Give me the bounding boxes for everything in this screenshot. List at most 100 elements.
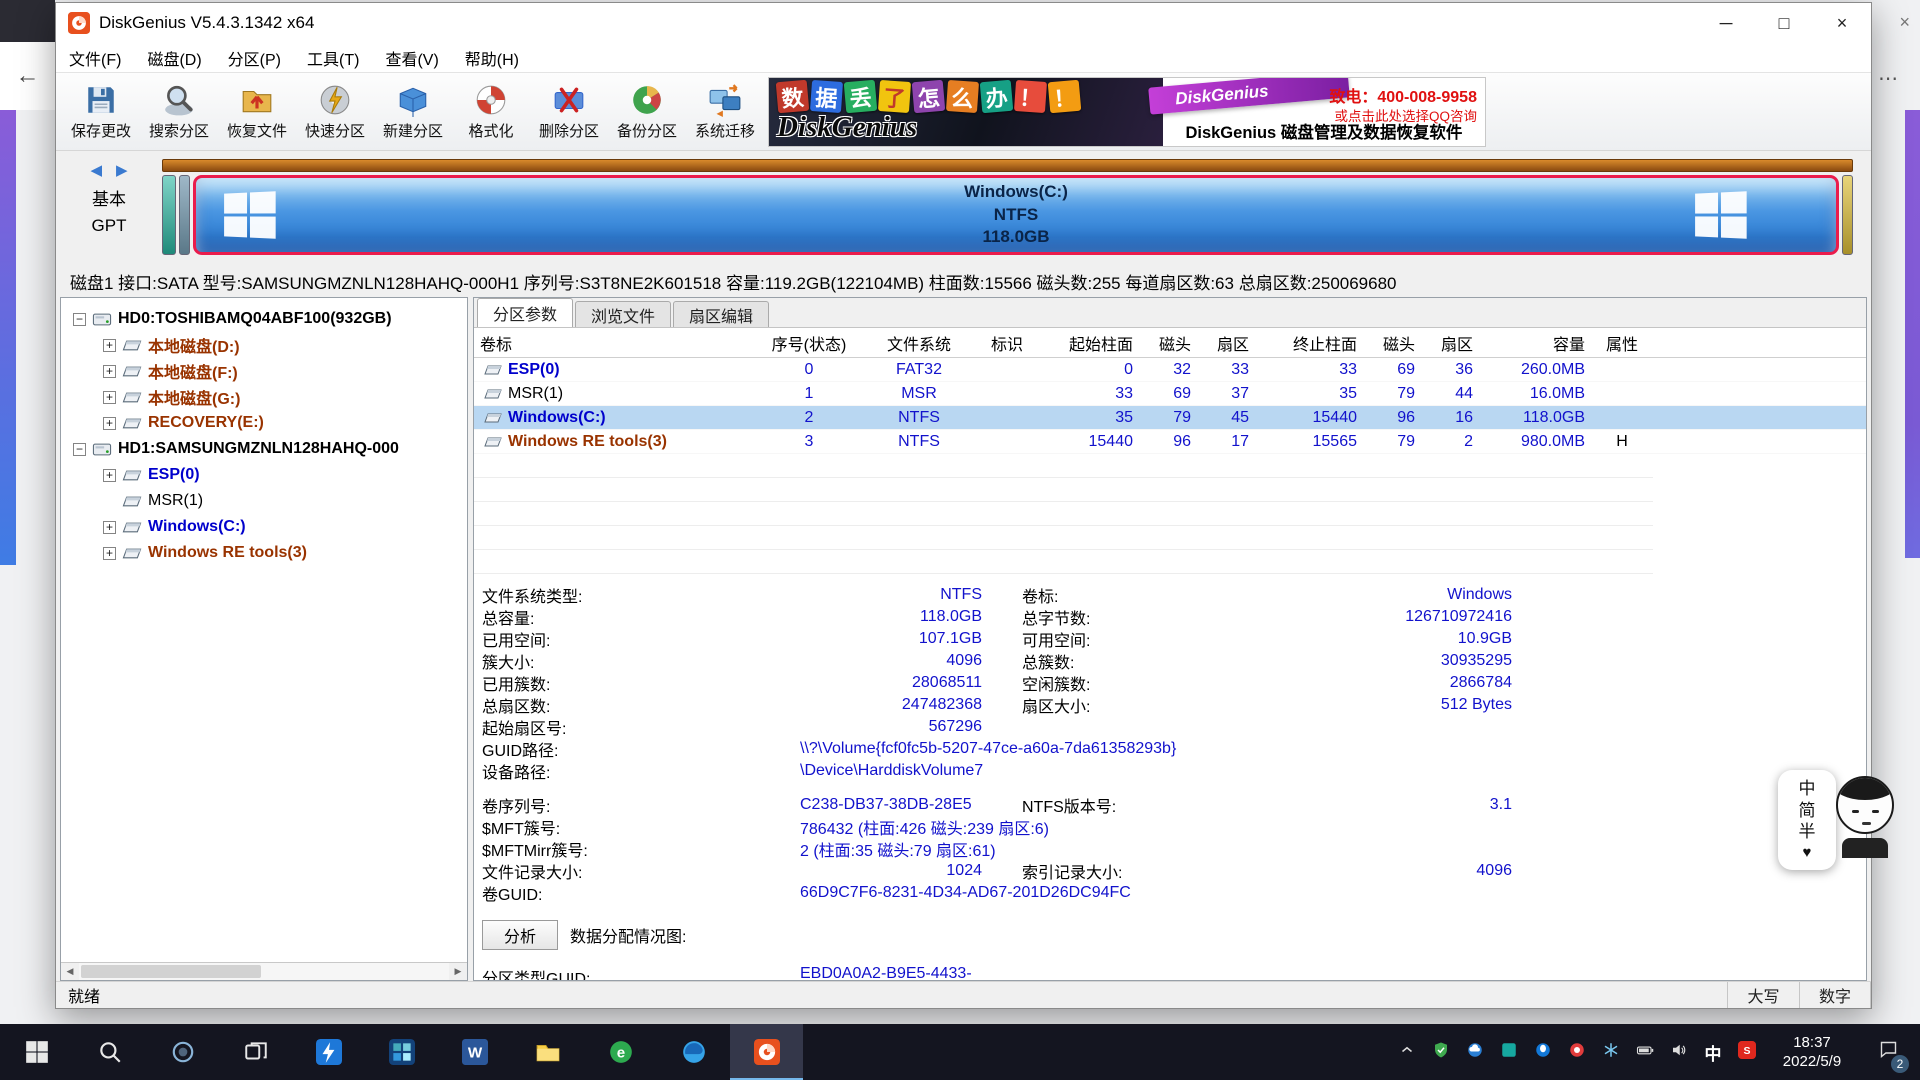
app-store[interactable] [365, 1024, 438, 1080]
qq-icon[interactable] [1526, 1024, 1560, 1080]
scroll-left-arrow-icon[interactable]: ◀ [61, 966, 79, 977]
app-green-browser[interactable]: e [584, 1024, 657, 1080]
volume-icon[interactable] [1662, 1024, 1696, 1080]
tree-item[interactable]: MSR(1) [61, 488, 467, 514]
shield-icon[interactable] [1424, 1024, 1458, 1080]
menu-item-1[interactable]: 文件(F) [56, 46, 134, 70]
close-button[interactable]: × [1813, 3, 1871, 43]
tree-expander-icon[interactable]: + [103, 365, 116, 378]
tree-expander-icon[interactable]: + [103, 547, 116, 560]
search-button[interactable] [73, 1024, 146, 1080]
tab-sector-edit[interactable]: 扇区编辑 [673, 301, 769, 327]
partition-row[interactable]: Windows(C:)2NTFS357945154409616118.0GB [474, 406, 1866, 430]
toolbar-button-format[interactable]: 格式化 [452, 77, 530, 147]
cortana-button[interactable] [146, 1024, 219, 1080]
partition-segment-msr[interactable] [179, 175, 190, 255]
partition-segment-esp[interactable] [162, 175, 176, 255]
prev-disk-arrow-icon[interactable]: ◀ [90, 161, 102, 179]
app-diskgenius[interactable] [730, 1024, 803, 1080]
tree-expander-icon[interactable]: + [103, 391, 116, 404]
tree-expander-icon[interactable]: − [73, 443, 86, 456]
background-close-icon[interactable]: × [1899, 12, 1910, 33]
red-app-icon[interactable] [1560, 1024, 1594, 1080]
snowflake-icon[interactable] [1594, 1024, 1628, 1080]
windows-logo-icon [24, 1039, 50, 1065]
tree-item[interactable]: +Windows(C:) [61, 514, 467, 540]
column-header: 磁头 [1363, 331, 1421, 355]
toolbar-button-system-migration[interactable]: 系统迁移 [686, 77, 764, 147]
toolbar-button-search-partition[interactable]: 搜索分区 [140, 77, 218, 147]
tree-expander-icon[interactable]: + [103, 417, 116, 430]
tree-item[interactable]: −HD1:SAMSUNGMZNLN128HAHQ-000 [61, 436, 467, 462]
maximize-button[interactable]: □ [1755, 3, 1813, 43]
cloud-icon [1466, 1041, 1484, 1064]
menu-item-3[interactable]: 分区(P) [215, 46, 294, 70]
tree-expander-icon[interactable]: − [73, 313, 86, 326]
partition-row[interactable]: ESP(0)0FAT3203233336936260.0MB [474, 358, 1866, 382]
partition-segment-re-tools[interactable] [1842, 175, 1853, 255]
ad-ribbon: DiskGenius [1148, 77, 1350, 115]
partition-row[interactable]: MSR(1)1MSR33693735794416.0MB [474, 382, 1866, 406]
task-view-button[interactable] [219, 1024, 292, 1080]
toolbar-button-backup-partition[interactable]: 备份分区 [608, 77, 686, 147]
caps-indicator: 大写 [1727, 982, 1799, 1008]
tree-expander-icon[interactable]: + [103, 521, 116, 534]
detail-value: 118.0GB [652, 608, 982, 626]
teal-app-icon[interactable] [1492, 1024, 1526, 1080]
back-arrow-icon[interactable]: ← [16, 62, 40, 90]
menu-item-2[interactable]: 磁盘(D) [134, 46, 214, 70]
tree-item[interactable]: +本地磁盘(D:) [61, 332, 467, 358]
sogou-icon[interactable]: S [1730, 1024, 1764, 1080]
menu-item-4[interactable]: 工具(T) [294, 46, 372, 70]
app-file-explorer[interactable] [511, 1024, 584, 1080]
input-language-indicator[interactable]: 中 [1696, 1024, 1730, 1080]
tree-expander-icon[interactable]: + [103, 339, 116, 352]
ad-tile-char: ！ [1014, 79, 1047, 112]
toolbar-button-quick-partition[interactable]: 快速分区 [296, 77, 374, 147]
start-button[interactable] [0, 1024, 73, 1080]
menu-item-6[interactable]: 帮助(H) [452, 46, 532, 70]
sogou-input-widget[interactable]: 中简半♥ [1778, 770, 1900, 872]
more-options-icon[interactable]: ⋯ [1878, 66, 1898, 91]
app-thunder[interactable] [292, 1024, 365, 1080]
partition-segment-windows-c[interactable]: Windows(C:) NTFS 118.0GB [193, 175, 1839, 255]
scrollbar-track[interactable] [79, 963, 449, 980]
tray-expand-chevron-icon[interactable] [1390, 1024, 1424, 1080]
scroll-right-arrow-icon[interactable]: ▶ [449, 966, 467, 977]
tree-item[interactable]: +本地磁盘(F:) [61, 358, 467, 384]
battery-icon[interactable] [1628, 1024, 1662, 1080]
tree-expander-icon[interactable]: + [103, 469, 116, 482]
tree-item[interactable]: −HD0:TOSHIBAMQ04ABF100(932GB) [61, 306, 467, 332]
tree-item[interactable]: +本地磁盘(G:) [61, 384, 467, 410]
tab-browse-files[interactable]: 浏览文件 [575, 301, 671, 327]
menu-item-5[interactable]: 查看(V) [372, 46, 451, 70]
sogou-mode-char: 半 [1799, 822, 1816, 842]
titlebar[interactable]: DiskGenius V5.4.3.1342 x64 ─ □ × [56, 3, 1871, 43]
sogou-mode-box[interactable]: 中简半♥ [1778, 770, 1836, 870]
toolbar-button-delete-partition[interactable]: 删除分区 [530, 77, 608, 147]
minimize-button[interactable]: ─ [1697, 3, 1755, 43]
tree-item[interactable]: +ESP(0) [61, 462, 467, 488]
app-word[interactable]: W [438, 1024, 511, 1080]
toolbar-button-new-partition[interactable]: 新建分区 [374, 77, 452, 147]
partition-row[interactable]: Windows RE tools(3)3NTFS1544096171556579… [474, 430, 1866, 454]
cloud-icon[interactable] [1458, 1024, 1492, 1080]
next-disk-arrow-icon[interactable]: ▶ [116, 161, 128, 179]
table-cell: 32 [1139, 361, 1197, 379]
tree-horizontal-scrollbar[interactable]: ◀ ▶ [61, 962, 467, 980]
app-edge[interactable] [657, 1024, 730, 1080]
tree-item[interactable]: +Windows RE tools(3) [61, 540, 467, 566]
tree-item[interactable]: +RECOVERY(E:) [61, 410, 467, 436]
toolbar-button-recover-files[interactable]: 恢复文件 [218, 77, 296, 147]
details-row: 簇大小:4096总簇数:30935295 [482, 650, 1866, 672]
analyze-button[interactable]: 分析 [482, 920, 558, 950]
toolbar-button-save[interactable]: 保存更改 [62, 77, 140, 147]
scrollbar-thumb[interactable] [81, 965, 261, 978]
action-center-button[interactable]: 2 [1860, 1024, 1916, 1080]
ad-banner[interactable]: 数据丢了怎么办！！ DiskGenius DiskGenius 致电：400-0… [768, 77, 1486, 147]
tab-partition-parameters[interactable]: 分区参数 [477, 298, 573, 327]
taskbar-clock[interactable]: 18:37 2022/5/9 [1764, 1033, 1860, 1072]
disk-capacity-strip[interactable] [162, 159, 1853, 172]
partition-icon [122, 364, 142, 379]
toolbar-buttons: 保存更改搜索分区恢复文件快速分区新建分区格式化删除分区备份分区系统迁移 [62, 77, 764, 147]
